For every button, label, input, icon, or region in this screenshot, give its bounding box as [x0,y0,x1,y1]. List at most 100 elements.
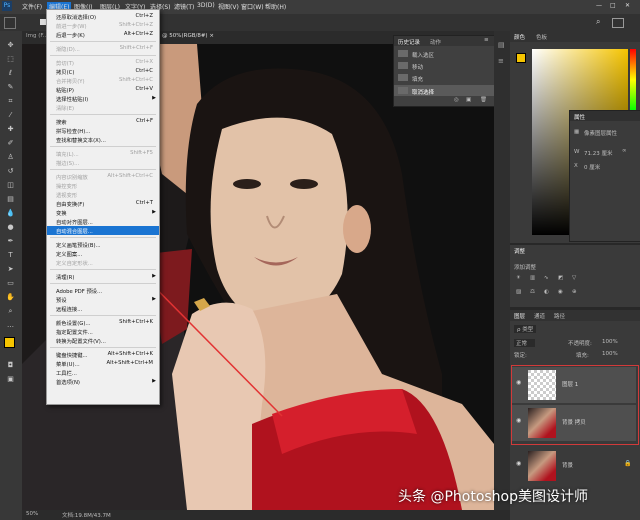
shape-tool-icon[interactable]: ▭ [6,279,15,288]
fill-value[interactable]: 100% [602,351,618,357]
search-icon[interactable]: ⌕ [596,17,600,27]
doc-tab-active[interactable]: @ 50%(RGB/8#) × [162,33,214,39]
window-close-icon[interactable]: ✕ [625,2,630,9]
edit-menu-item[interactable]: 自动混合图层... [47,226,159,235]
path-select-tool-icon[interactable]: ➤ [6,265,15,274]
edit-menu-item[interactable]: 远程连接... [47,304,159,313]
edit-menu-item[interactable]: 首选项(N) ▶ [47,377,159,386]
zoom-level[interactable]: 50% [26,511,38,517]
edit-menu-item[interactable]: 工具栏... [47,368,159,377]
eye-icon[interactable]: ◉ [516,379,521,386]
tab-history[interactable]: 历史记录 [398,38,420,46]
tab-paths[interactable]: 路径 [554,312,565,320]
quick-select-tool-icon[interactable]: ✎ [6,83,15,92]
lasso-tool-icon[interactable]: ℓ [6,69,15,78]
tab-layers[interactable]: 图层 [514,312,525,320]
trash-icon[interactable]: 🗑 [480,97,487,103]
eraser-tool-icon[interactable]: ◫ [6,181,15,190]
levels-icon[interactable]: ▥ [530,275,535,281]
edit-menu-item[interactable]: 自由变换(F) Ctrl+T [47,199,159,208]
opacity-value[interactable]: 100% [602,339,618,345]
link-icon[interactable]: ∞ [622,148,627,154]
edit-menu-item[interactable]: 粘贴(P) Ctrl+V [47,85,159,94]
edit-menu-item[interactable]: 选择性粘贴(I) ▶ [47,94,159,103]
edit-menu-item[interactable]: 还原取消选择(O) Ctrl+Z [47,12,159,21]
move-tool-icon[interactable]: ✥ [6,41,15,50]
crop-tool-icon[interactable]: ⌗ [6,97,15,106]
menu-window[interactable]: 窗口(W) [241,2,264,11]
hue-icon[interactable]: ▨ [516,289,521,295]
edit-menu-item[interactable]: 菜单(U)... Alt+Shift+Ctrl+M [47,359,159,368]
blend-mode-select[interactable]: 正常 [514,339,536,347]
balance-icon[interactable]: ⚖ [530,289,535,295]
edit-menu-item[interactable]: 定义图案... [47,249,159,258]
tab-swatches[interactable]: 色板 [536,33,547,41]
edit-menu-item[interactable]: 转换为配置文件(V)... [47,336,159,345]
w-value[interactable]: 71.23 厘米 [584,149,613,157]
edit-menu-item[interactable]: 键盘快捷键... Alt+Shift+Ctrl+K [47,350,159,359]
marquee-tool-icon[interactable]: ⬚ [6,55,15,64]
edit-menu-item[interactable]: 定义画笔预设(B)... [47,240,159,249]
blur-tool-icon[interactable]: 💧 [6,209,15,218]
x-value[interactable]: 0 厘米 [584,163,600,171]
history-dock-icon[interactable]: ▤ [498,41,505,49]
edit-menu-item[interactable]: 拼写检查(H)... [47,126,159,135]
history-row-selected[interactable] [394,85,494,96]
workspace-icon[interactable] [612,18,624,28]
edit-menu-item[interactable]: Adobe PDF 预设... [47,286,159,295]
curves-icon[interactable]: ∿ [544,275,549,281]
tool-preset-icon[interactable] [4,17,16,29]
dodge-tool-icon[interactable]: ● [6,223,15,232]
healing-tool-icon[interactable]: ✚ [6,125,15,134]
layer-row[interactable]: ◉ 图层 1 [512,367,636,403]
eye-icon[interactable]: ◉ [516,417,521,424]
tab-channels[interactable]: 通道 [534,312,545,320]
layer-row[interactable]: ◉ 背景 拷贝 [512,405,636,441]
window-maximize-icon[interactable]: □ [610,2,616,9]
panel-menu-icon[interactable]: ≡ [484,37,489,43]
edit-menu-item[interactable]: 自动对齐图层... [47,217,159,226]
screen-mode-icon[interactable]: ▣ [6,375,15,384]
foreground-color-swatch[interactable] [4,337,15,348]
window-minimize-icon[interactable]: — [596,2,602,9]
history-row[interactable]: 载入选区 [412,51,434,59]
gradient-tool-icon[interactable]: ▤ [6,195,15,204]
edit-menu-item[interactable]: 变换 ▶ [47,208,159,217]
properties-dock-icon[interactable]: ≡ [498,57,504,65]
menu-view[interactable]: 视图(V) [218,2,239,11]
more-tools-icon[interactable]: … [6,321,15,330]
hand-tool-icon[interactable]: ✋ [6,293,15,302]
fg-color-chip[interactable] [516,53,526,63]
tab-actions[interactable]: 动作 [430,38,441,46]
eyedropper-tool-icon[interactable]: ⁄ [6,111,15,120]
vibrance-icon[interactable]: ▽ [572,275,576,281]
bw-icon[interactable]: ◐ [544,289,549,295]
menu-file[interactable]: 文件(F) [22,2,42,11]
menu-help[interactable]: 帮助(H) [265,2,286,11]
edit-menu-item[interactable]: 清理(R) ▶ [47,272,159,281]
edit-menu-item[interactable]: 后退一步(K) Alt+Ctrl+Z [47,30,159,39]
layer-name[interactable]: 背景 拷贝 [562,418,586,426]
pen-tool-icon[interactable]: ✒ [6,237,15,246]
layer-name[interactable]: 图层 1 [562,380,578,388]
quick-mask-icon[interactable]: ◘ [6,361,15,370]
brightness-icon[interactable]: ☀ [516,275,521,281]
layer-name[interactable]: 背景 [562,461,573,469]
camera-icon[interactable]: ▣ [466,97,471,103]
layer-filter-kind[interactable]: ρ 类型 [514,325,537,333]
edit-menu-item[interactable]: 指定配置文件... [47,327,159,336]
edit-menu-item[interactable]: 颜色设置(G)... Shift+Ctrl+K [47,318,159,327]
doc-tab-previous[interactable]: Img (F... [26,33,48,39]
edit-menu-item[interactable]: 查找和替换文本(X)... [47,135,159,144]
exposure-icon[interactable]: ◩ [558,275,563,281]
edit-menu-item[interactable]: 预设 ▶ [47,295,159,304]
new-snapshot-icon[interactable]: ◎ [454,97,459,103]
stamp-tool-icon[interactable]: ♙ [6,153,15,162]
brush-tool-icon[interactable]: ✐ [6,139,15,148]
menu-filter[interactable]: 滤镜(T) [174,2,194,11]
photo-filter-icon[interactable]: ◉ [558,289,563,295]
type-tool-icon[interactable]: T [6,251,15,260]
tab-color[interactable]: 颜色 [514,33,525,41]
edit-menu-item[interactable]: 搜索 Ctrl+F [47,117,159,126]
layer-row[interactable]: ◉ 背景 🔒 [512,448,636,484]
